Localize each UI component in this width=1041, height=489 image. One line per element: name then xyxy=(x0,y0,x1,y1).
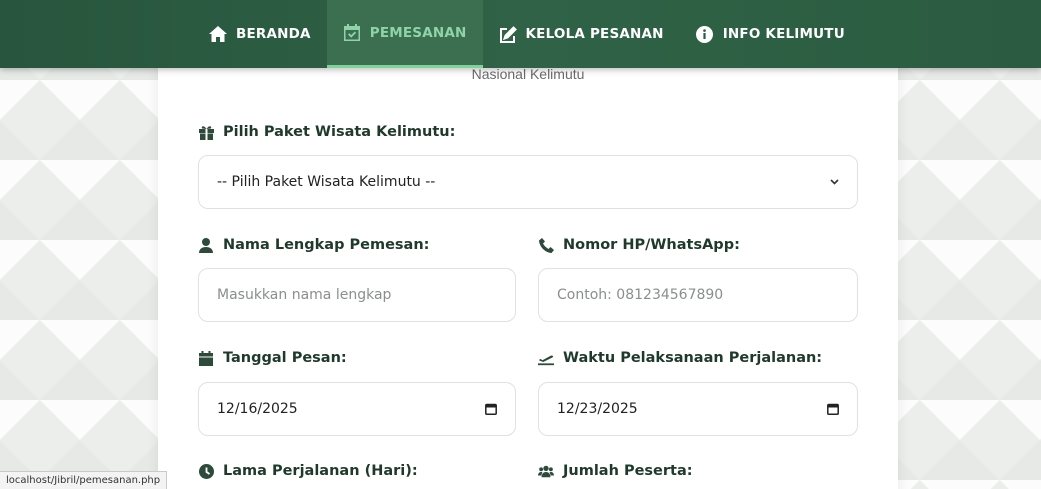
nama-input-placeholder: Masukkan nama lengkap xyxy=(217,287,392,303)
nama-input[interactable]: Masukkan nama lengkap xyxy=(198,268,516,322)
users-icon xyxy=(538,463,554,479)
peserta-label: Jumlah Peserta: xyxy=(538,463,693,479)
phone-icon xyxy=(538,237,554,253)
nav-label-pemesanan: PEMESANAN xyxy=(369,24,467,41)
waktu-label: Waktu Pelaksanaan Perjalanan: xyxy=(538,350,822,366)
tanggal-label: Tanggal Pesan: xyxy=(198,350,347,366)
form-subtitle: Nasional Kelimutu xyxy=(471,66,585,82)
hp-input[interactable]: Contoh: 081234567890 xyxy=(538,268,858,322)
waktu-input-value: 12/23/2025 xyxy=(557,401,638,417)
booking-form-card: Nasional Kelimutu Pilih Paket Wisata Kel… xyxy=(158,62,898,489)
calendar-check-icon xyxy=(343,24,361,42)
nav-label-info-kelimutu: INFO KELIMUTU xyxy=(722,26,845,42)
navbar: BERANDA PEMESANAN KELOLA PESANAN INFO KE… xyxy=(0,0,1041,68)
calendar-icon xyxy=(198,350,214,366)
calendar-picker-icon[interactable] xyxy=(485,403,497,415)
nav-item-info-kelimutu[interactable]: INFO KELIMUTU xyxy=(680,0,861,68)
user-icon xyxy=(198,237,214,253)
status-bar-url: localhost/Jibril/pemesanan.php xyxy=(0,471,168,489)
tanggal-input-value: 12/16/2025 xyxy=(217,401,298,417)
nav-item-kelola-pesanan[interactable]: KELOLA PESANAN xyxy=(483,0,680,68)
paket-label: Pilih Paket Wisata Kelimutu: xyxy=(198,124,455,140)
edit-icon xyxy=(499,25,517,43)
chevron-down-icon xyxy=(830,179,839,185)
paket-select-value: -- Pilih Paket Wisata Kelimutu -- xyxy=(217,174,436,190)
nav-item-beranda[interactable]: BERANDA xyxy=(193,0,327,68)
nama-label: Nama Lengkap Pemesan: xyxy=(198,237,429,253)
nav-label-kelola-pesanan: KELOLA PESANAN xyxy=(525,26,664,42)
clock-icon xyxy=(198,463,214,479)
hp-input-placeholder: Contoh: 081234567890 xyxy=(557,287,724,303)
gift-icon xyxy=(198,124,214,140)
calendar-picker-icon[interactable] xyxy=(827,403,839,415)
nav-label-beranda: BERANDA xyxy=(236,26,311,42)
hp-label: Nomor HP/WhatsApp: xyxy=(538,237,740,253)
waktu-input[interactable]: 12/23/2025 xyxy=(538,382,858,436)
tanggal-input[interactable]: 12/16/2025 xyxy=(198,382,516,436)
plane-departure-icon xyxy=(538,350,554,366)
nav-menu: BERANDA PEMESANAN KELOLA PESANAN INFO KE… xyxy=(193,0,861,68)
paket-select[interactable]: -- Pilih Paket Wisata Kelimutu -- xyxy=(198,155,858,209)
home-icon xyxy=(209,25,227,43)
info-circle-icon xyxy=(696,25,714,43)
lama-label: Lama Perjalanan (Hari): xyxy=(198,463,418,479)
nav-item-pemesanan[interactable]: PEMESANAN xyxy=(326,0,483,68)
